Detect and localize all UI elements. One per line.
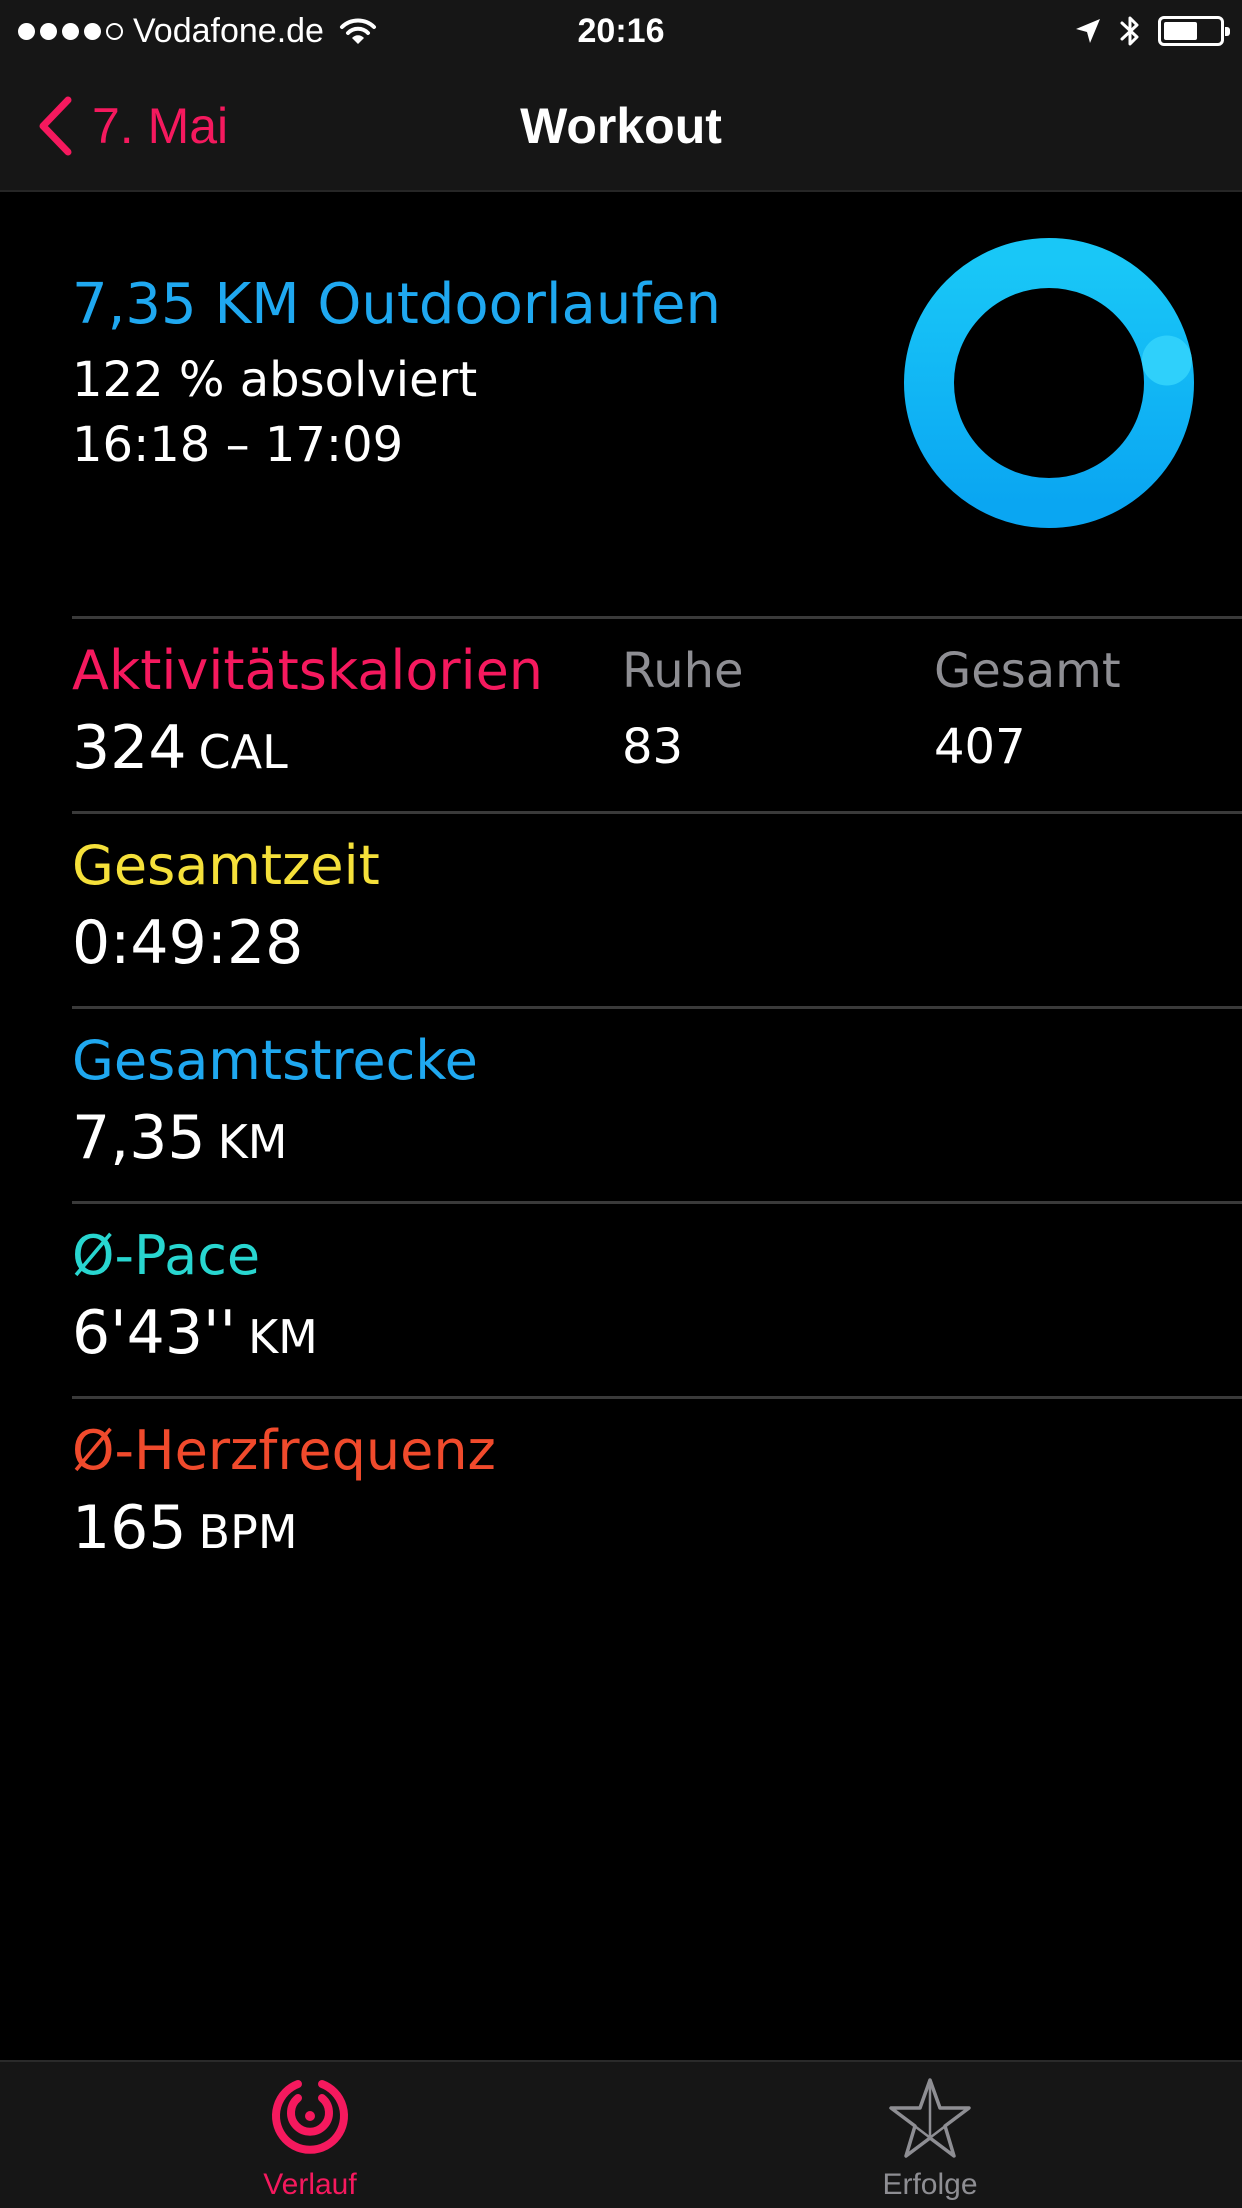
rest-calories-value: 83	[622, 719, 684, 775]
metric-row-distance: Gesamtstrecke 7,35 KM	[72, 1006, 1242, 1201]
total-calories-label: Gesamt	[934, 643, 1121, 699]
metric-row-total-time: Gesamtzeit 0:49:28	[72, 811, 1242, 1006]
calories-number: 324	[72, 713, 187, 783]
battery-icon	[1158, 16, 1230, 46]
heart-rate-unit: BPM	[198, 1505, 298, 1559]
tab-verlauf-label: Verlauf	[263, 2168, 357, 2201]
rest-calories-label: Ruhe	[622, 643, 744, 699]
metric-row-heart-rate: Ø-Herzfrequenz 165 BPM	[72, 1396, 1242, 1591]
ring-progress-head	[1141, 335, 1192, 386]
pace-label: Ø-Pace	[72, 1224, 261, 1287]
status-bar-right	[1074, 0, 1230, 62]
metric-row-calories: Aktivitätskalorien 324 CAL Ruhe 83 Gesamt…	[72, 616, 1242, 811]
calories-unit: CAL	[198, 725, 288, 779]
battery-level	[1164, 22, 1197, 40]
navigation-bar: 7. Mai Workout	[0, 62, 1242, 192]
battery-cap	[1225, 27, 1230, 36]
metric-row-pace: Ø-Pace 6'43'' KM	[72, 1201, 1242, 1396]
workout-summary: 7,35 KM Outdoorlaufen 122 % absolviert 1…	[72, 192, 1242, 616]
heart-rate-value: 165 BPM	[72, 1493, 298, 1563]
total-time-label: Gesamtzeit	[72, 834, 380, 897]
ring-track	[904, 238, 1194, 528]
pace-number: 6'43''	[72, 1298, 237, 1368]
page-title: Workout	[520, 98, 722, 154]
tab-erfolge[interactable]: Erfolge	[780, 2062, 1080, 2208]
calories-label: Aktivitätskalorien	[72, 639, 544, 702]
pace-value: 6'43'' KM	[72, 1298, 318, 1368]
pace-unit: KM	[248, 1310, 318, 1364]
workout-progress-ring	[904, 238, 1194, 528]
star-icon	[889, 2078, 971, 2158]
tab-bar: Verlauf Erfolge	[0, 2060, 1242, 2208]
total-time-value: 0:49:28	[72, 908, 304, 978]
calories-value: 324 CAL	[72, 713, 288, 783]
heart-rate-number: 165	[72, 1493, 187, 1563]
workout-title: 7,35 KM Outdoorlaufen	[72, 272, 721, 337]
distance-value: 7,35 KM	[72, 1103, 287, 1173]
heart-rate-label: Ø-Herzfrequenz	[72, 1419, 496, 1482]
total-calories-value: 407	[934, 719, 1026, 775]
workout-completion: 122 % absolviert	[72, 352, 478, 408]
distance-number: 7,35	[72, 1103, 206, 1173]
location-arrow-icon	[1076, 19, 1100, 43]
distance-label: Gesamtstrecke	[72, 1029, 478, 1092]
bluetooth-icon	[1120, 16, 1139, 46]
tab-verlauf[interactable]: Verlauf	[160, 2062, 460, 2208]
distance-unit: KM	[217, 1115, 288, 1169]
status-time: 20:16	[577, 12, 665, 50]
tab-erfolge-label: Erfolge	[882, 2168, 978, 2201]
activity-rings-icon	[272, 2080, 348, 2154]
status-bar: Vodafone.de 20:16	[0, 0, 1242, 62]
workout-time-range: 16:18 – 17:09	[72, 417, 404, 473]
